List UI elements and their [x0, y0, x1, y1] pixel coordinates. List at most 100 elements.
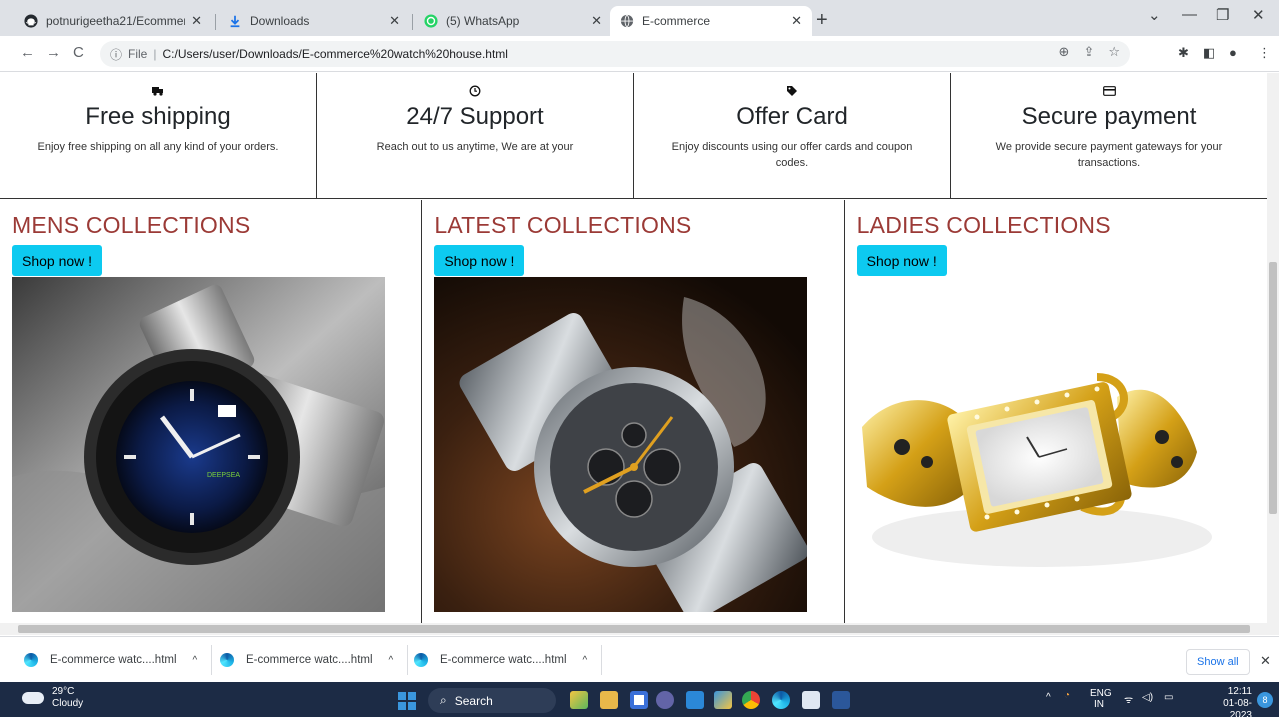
- taskbar-search[interactable]: ⌕ Search: [428, 688, 556, 713]
- feature-title: Free shipping: [85, 103, 231, 130]
- date: 01-08-2023: [1223, 698, 1252, 721]
- address-bar[interactable]: ⓘ File | C:/Users/user/Downloads/E-comme…: [100, 41, 1130, 67]
- download-item[interactable]: E-commerce watc....html ^: [24, 645, 213, 675]
- windows-taskbar: 29°C Cloudy ⌕ Search ^ ◔ ENG IN ᯤ ◁) ▭ 1…: [0, 682, 1279, 721]
- download-item[interactable]: E-commerce watc....html ^: [220, 645, 409, 675]
- search-label: Search: [454, 693, 493, 708]
- bookmark-star-icon[interactable]: ☆: [1108, 44, 1120, 60]
- side-panel-icon[interactable]: ◧: [1203, 45, 1215, 61]
- feature-text: We provide secure payment gateways for y…: [995, 141, 1223, 169]
- collection-title: LATEST COLLECTIONS: [434, 212, 692, 238]
- weather-widget[interactable]: 29°C Cloudy: [22, 686, 83, 710]
- word-icon[interactable]: [832, 691, 850, 709]
- reload-icon[interactable]: C: [73, 44, 84, 61]
- chevron-up-icon[interactable]: ^: [193, 655, 198, 666]
- language-indicator[interactable]: ENG IN: [1090, 688, 1112, 710]
- close-tab-icon[interactable]: ✕: [389, 13, 400, 29]
- wifi-icon[interactable]: ᯤ: [1124, 692, 1133, 706]
- close-tab-icon[interactable]: ✕: [191, 13, 202, 29]
- start-windows-icon[interactable]: [398, 692, 416, 710]
- feature-support: 24/7 Support Reach out to us anytime, We…: [317, 73, 634, 198]
- download-filename: E-commerce watc....html: [246, 654, 373, 666]
- notification-badge[interactable]: 8: [1257, 692, 1273, 708]
- minimize-button[interactable]: —: [1182, 6, 1197, 23]
- photos-icon[interactable]: [714, 691, 732, 709]
- tab-downloads[interactable]: Downloads ✕: [218, 6, 410, 36]
- shop-now-button[interactable]: Shop now !: [856, 245, 947, 276]
- tab-ecommerce[interactable]: E-commerce ✕: [610, 6, 812, 36]
- widgets-app-icon[interactable]: [570, 691, 588, 709]
- url-divider: |: [153, 47, 157, 61]
- chevron-up-icon[interactable]: ^: [389, 655, 394, 666]
- features-row: Free shipping Enjoy free shipping on all…: [0, 73, 1267, 199]
- close-tab-icon[interactable]: ✕: [791, 13, 802, 29]
- close-tab-icon[interactable]: ✕: [591, 13, 602, 29]
- download-item[interactable]: E-commerce watc....html ^: [414, 645, 603, 675]
- kebab-menu-icon[interactable]: ⋮: [1258, 45, 1271, 61]
- chrome-icon[interactable]: [742, 691, 760, 709]
- feature-title: 24/7 Support: [406, 103, 544, 130]
- tag-icon: [634, 85, 950, 101]
- edge-icon: [414, 653, 428, 667]
- tab-title: potnurigeetha21/Ecommerce-fas: [46, 14, 185, 28]
- volume-icon[interactable]: ◁): [1142, 692, 1153, 703]
- weather-condition: Cloudy: [52, 698, 84, 709]
- chevron-up-icon[interactable]: ^: [583, 655, 588, 666]
- close-window-button[interactable]: ✕: [1252, 6, 1265, 24]
- chevron-up-tray-icon[interactable]: ^: [1046, 692, 1051, 703]
- tab-whatsapp[interactable]: (5) WhatsApp ✕: [414, 6, 612, 36]
- teams-icon[interactable]: [656, 691, 674, 709]
- file-explorer-icon[interactable]: [600, 691, 618, 709]
- tab-github[interactable]: potnurigeetha21/Ecommerce-fas ✕: [14, 6, 212, 36]
- zoom-icon[interactable]: ⊕: [1059, 44, 1070, 60]
- snipping-tool-icon[interactable]: [802, 691, 820, 709]
- whatsapp-icon: [424, 14, 438, 28]
- mens-watch-image[interactable]: DEEPSEA: [12, 277, 385, 612]
- temperature: 29°C: [52, 686, 75, 697]
- battery-icon[interactable]: ▭: [1164, 692, 1173, 703]
- clock-icon: [317, 85, 633, 101]
- search-icon: ⌕: [440, 693, 447, 707]
- shop-now-button[interactable]: Shop now !: [434, 245, 525, 276]
- close-shelf-icon[interactable]: ✕: [1260, 653, 1271, 669]
- ladies-watch-image[interactable]: [856, 277, 1230, 612]
- tab-title: E-commerce: [642, 14, 711, 28]
- edge-taskbar-icon[interactable]: [772, 691, 790, 709]
- horizontal-scroll-thumb[interactable]: [18, 625, 1250, 633]
- back-arrow-icon[interactable]: ←: [20, 44, 35, 61]
- info-icon[interactable]: ⓘ: [110, 46, 122, 63]
- collections-row: MENS COLLECTIONS Shop now ! DEEPSEA LATE…: [0, 200, 1267, 623]
- truck-icon: [0, 85, 316, 101]
- extensions-puzzle-icon[interactable]: ✱: [1178, 45, 1189, 61]
- svg-text:DEEPSEA: DEEPSEA: [207, 472, 240, 479]
- new-tab-button[interactable]: +: [816, 9, 828, 32]
- share-icon[interactable]: ⇪: [1083, 44, 1094, 60]
- network-warning-icon[interactable]: ◔: [1064, 690, 1070, 701]
- language: ENG: [1090, 688, 1112, 699]
- forward-arrow-icon[interactable]: →: [46, 44, 61, 61]
- browser-toolbar: ← → C ⓘ File | C:/Users/user/Downloads/E…: [0, 36, 1279, 72]
- feature-title: Secure payment: [1021, 103, 1197, 130]
- feature-offer-card: Offer Card Enjoy discounts using our off…: [634, 73, 951, 198]
- latest-watch-image[interactable]: [434, 277, 808, 612]
- restore-button[interactable]: ❐: [1216, 6, 1229, 24]
- tab-search-chevron-icon[interactable]: ⌄: [1148, 6, 1161, 24]
- edge-icon: [24, 653, 38, 667]
- show-all-button[interactable]: Show all: [1186, 649, 1250, 675]
- feature-secure-payment: Secure payment We provide secure payment…: [951, 73, 1267, 198]
- page-viewport: Free shipping Enjoy free shipping on all…: [0, 73, 1267, 623]
- download-icon: [230, 15, 240, 28]
- tab-title: (5) WhatsApp: [446, 14, 520, 28]
- feature-text: Enjoy discounts using our offer cards an…: [671, 141, 913, 169]
- tab-title: Downloads: [250, 14, 310, 28]
- shop-now-button[interactable]: Shop now !: [12, 245, 103, 276]
- profile-avatar-icon[interactable]: ●: [1229, 45, 1237, 60]
- region: IN: [1094, 699, 1104, 710]
- task-view-icon[interactable]: [630, 691, 648, 709]
- github-icon: [24, 14, 38, 28]
- url-text: C:/Users/user/Downloads/E-commerce%20wat…: [162, 47, 508, 61]
- vertical-scroll-thumb[interactable]: [1269, 262, 1277, 514]
- store-icon[interactable]: [686, 691, 704, 709]
- download-filename: E-commerce watc....html: [50, 654, 177, 666]
- credit-card-icon: [951, 85, 1267, 101]
